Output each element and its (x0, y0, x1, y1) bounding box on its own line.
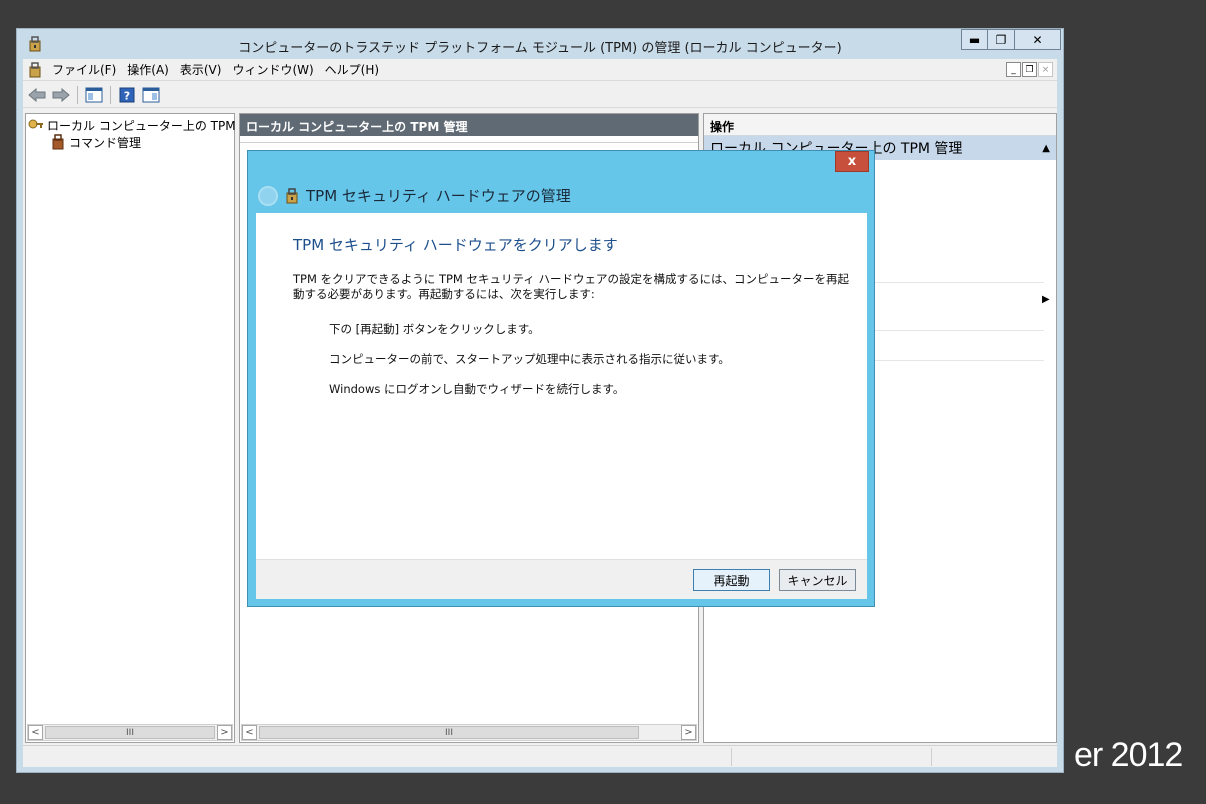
forward-arrow-icon (52, 87, 70, 102)
console-tree-pane: ローカル コンピューター上の TPM 管理 コマンド管理 < III > (25, 113, 263, 743)
forward-button[interactable] (51, 85, 71, 105)
back-button[interactable] (27, 85, 47, 105)
collapse-arrow-icon[interactable]: ▲ (1042, 143, 1050, 154)
dialog-step-1: 下の [再起動] ボタンをクリックします。 (329, 322, 540, 336)
command-management-icon (52, 134, 64, 150)
dialog-header: TPM セキュリティ ハードウェアの管理 (258, 185, 571, 206)
tree-item-label: コマンド管理 (69, 135, 142, 150)
dialog-content: TPM セキュリティ ハードウェアをクリアします TPM をクリアできるように … (256, 213, 867, 559)
show-hide-tree-button[interactable] (84, 85, 104, 105)
tpm-menu-icon[interactable] (27, 61, 43, 78)
status-segment (931, 748, 1057, 766)
dialog-step-3: Windows にログオンし自動でウィザードを続行します。 (329, 382, 625, 396)
maximize-button[interactable]: ❐ (988, 29, 1015, 50)
submenu-arrow-icon[interactable]: ▶ (1042, 294, 1050, 305)
dialog-step-2: コンピューターの前で、スタートアップ処理中に表示される指示に従います。 (329, 352, 730, 366)
menu-view[interactable]: 表示(V) (177, 61, 230, 78)
toolbar: ? (23, 82, 1057, 108)
dialog-title: TPM セキュリティ ハードウェアの管理 (306, 187, 571, 205)
tree-item-label: ローカル コンピューター上の TPM 管理 (47, 118, 264, 133)
tree-item-command-management[interactable]: コマンド管理 (50, 133, 141, 151)
menu-help[interactable]: ヘルプ(H) (322, 61, 387, 78)
status-bar (23, 745, 1057, 767)
scroll-left-button[interactable]: < (242, 725, 257, 740)
tpm-key-icon (28, 119, 43, 129)
menu-bar: ファイル(F) 操作(A) 表示(V) ウィンドウ(W) ヘルプ(H) _ ❐ … (23, 59, 1057, 81)
tpm-hardware-icon (286, 187, 298, 203)
result-horizontal-scrollbar[interactable]: < III > (241, 724, 697, 741)
mdi-restore-button[interactable]: ❐ (1022, 62, 1037, 77)
result-pane-divider (240, 142, 698, 143)
tpm-hardware-dialog: x TPM セキュリティ ハードウェアの管理 TPM セキュリティ ハードウェア… (247, 150, 875, 607)
cancel-button[interactable]: キャンセル (779, 569, 856, 591)
dialog-footer: 再起動 キャンセル (256, 559, 867, 599)
minimize-button[interactable]: ▬ (961, 29, 988, 50)
caption-buttons: ▬ ❐ ✕ (961, 29, 1061, 50)
svg-text:?: ? (124, 89, 130, 102)
action-pane-icon (142, 87, 160, 102)
tree-horizontal-scrollbar[interactable]: < III > (27, 724, 233, 741)
scroll-right-button[interactable]: > (217, 725, 232, 740)
help-icon: ? (119, 87, 135, 102)
dialog-intro-text: TPM をクリアできるように TPM セキュリティ ハードウェアの設定を構成する… (293, 272, 849, 301)
back-arrow-icon (28, 87, 46, 102)
title-bar[interactable]: コンピューターのトラステッド プラットフォーム モジュール (TPM) の管理 … (17, 29, 1063, 59)
window-title: コンピューターのトラステッド プラットフォーム モジュール (TPM) の管理 … (238, 41, 842, 56)
menu-action[interactable]: 操作(A) (124, 61, 177, 78)
mdi-controls: _ ❐ × (1006, 62, 1053, 77)
scroll-thumb[interactable]: III (259, 726, 639, 739)
back-circle-icon[interactable] (258, 185, 278, 206)
toolbar-separator (110, 85, 111, 104)
close-window-button[interactable]: ✕ (1015, 29, 1061, 50)
show-hide-action-pane-button[interactable] (141, 85, 161, 105)
mdi-close-button[interactable]: × (1038, 62, 1053, 77)
help-button[interactable]: ? (117, 85, 137, 105)
tree-item-tpm-management[interactable]: ローカル コンピューター上の TPM 管理 (28, 116, 263, 134)
restart-button[interactable]: 再起動 (693, 569, 770, 591)
dialog-heading: TPM セキュリティ ハードウェアをクリアします (293, 236, 618, 254)
console-tree-icon (85, 87, 103, 102)
scroll-thumb[interactable]: III (45, 726, 215, 739)
scroll-left-button[interactable]: < (28, 725, 43, 740)
menu-file[interactable]: ファイル(F) (49, 61, 124, 78)
mdi-minimize-button[interactable]: _ (1006, 62, 1021, 77)
scroll-right-button[interactable]: > (681, 725, 696, 740)
dialog-close-button[interactable]: x (835, 151, 869, 172)
desktop-brand-text: er 2012 (1074, 736, 1183, 774)
result-pane-header: ローカル コンピューター上の TPM 管理 (240, 114, 698, 136)
toolbar-separator (77, 85, 78, 104)
actions-header: 操作 (704, 114, 1056, 136)
status-segment (731, 748, 931, 766)
menu-window[interactable]: ウィンドウ(W) (229, 61, 321, 78)
